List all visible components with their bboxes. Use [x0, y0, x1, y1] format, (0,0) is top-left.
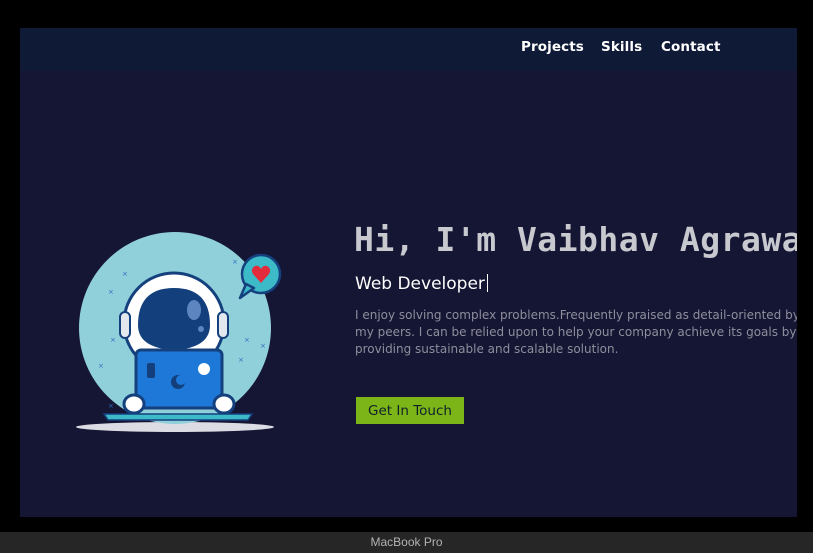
- hero-bio: I enjoy solving complex problems.Frequen…: [355, 308, 797, 356]
- device-label: MacBook Pro: [370, 535, 443, 549]
- svg-text:×: ×: [238, 356, 244, 364]
- top-navbar: Projects Skills Contact: [20, 28, 797, 71]
- svg-text:×: ×: [244, 336, 250, 344]
- svg-text:×: ×: [108, 288, 114, 296]
- laptop-bezel: Projects Skills Contact × × × × × × × × …: [0, 0, 813, 532]
- laptop-sticker-rocket: [198, 363, 210, 375]
- get-in-touch-button[interactable]: Get In Touch: [356, 397, 464, 424]
- hero-subtitle: Web Developer: [355, 274, 489, 294]
- visor: [138, 288, 210, 350]
- visor-glint: [198, 326, 204, 332]
- nav-link-projects[interactable]: Projects: [521, 39, 584, 55]
- svg-text:×: ×: [110, 336, 116, 344]
- website-screen: Projects Skills Contact × × × × × × × × …: [20, 28, 797, 517]
- ear-right: [217, 311, 229, 339]
- hero-title: Hi, I'm Vaibhav Agrawal: [354, 220, 797, 259]
- laptop-sticker-moon-cut: [176, 375, 186, 385]
- svg-text:×: ×: [98, 362, 104, 370]
- nav-link-contact[interactable]: Contact: [661, 39, 721, 55]
- hand-left: [122, 393, 146, 415]
- nav-link-skills[interactable]: Skills: [601, 39, 642, 55]
- laptop-bottom-bar: MacBook Pro: [0, 532, 813, 553]
- laptop-base: [102, 413, 254, 421]
- hand-right: [212, 393, 236, 415]
- hero-subtitle-text: Web Developer: [355, 274, 485, 294]
- svg-text:×: ×: [232, 258, 238, 266]
- visor-shine: [187, 300, 201, 320]
- ear-left: [119, 311, 131, 339]
- laptop-sticker-rect: [147, 363, 155, 378]
- astronaut-laptop-illustration: × × × × × × × × ×: [76, 232, 282, 432]
- typing-cursor: [486, 274, 489, 292]
- svg-text:×: ×: [260, 342, 266, 350]
- svg-text:×: ×: [122, 270, 128, 278]
- svg-text:×: ×: [108, 402, 114, 410]
